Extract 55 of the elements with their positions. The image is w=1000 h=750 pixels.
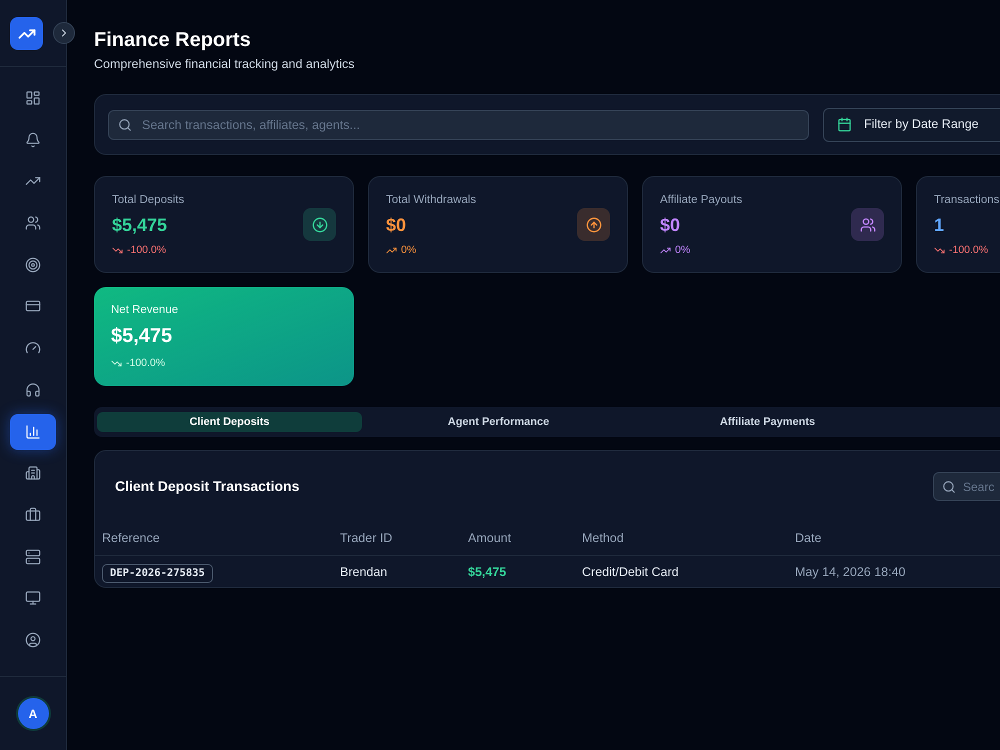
net-revenue-change: -100.0% <box>126 356 166 370</box>
tab[interactable]: Agent Performance <box>366 412 631 432</box>
stat-value: $0 <box>386 214 408 237</box>
credit-card-icon <box>25 298 41 314</box>
user-circle-icon <box>25 632 41 648</box>
calendar-icon <box>837 117 852 132</box>
monitor-icon <box>25 590 41 606</box>
stat-label: Total Deposits <box>112 193 184 208</box>
tab[interactable]: Client Deposits <box>97 412 362 432</box>
column-header: Trader ID <box>340 530 394 547</box>
column-header: Method <box>582 530 625 547</box>
column-header: Reference <box>102 530 161 547</box>
logo-icon[interactable] <box>10 17 43 50</box>
table-cell: $5,475 <box>468 564 506 578</box>
users-icon <box>25 215 41 232</box>
avatar[interactable]: A <box>18 698 48 729</box>
users-icon <box>851 208 884 241</box>
net-revenue-value: $5,475 <box>111 324 174 349</box>
collapse-button[interactable] <box>53 22 75 44</box>
net-revenue-label: Net Revenue <box>111 303 180 318</box>
stat-label: Total Withdrawals <box>386 193 476 208</box>
stat-label: Transactions <box>934 193 1000 208</box>
column-header: Amount <box>468 530 512 547</box>
table-cell: May 14, 2026 18:40 <box>795 564 906 578</box>
table-search-field[interactable]: Searc <box>933 472 1000 501</box>
building-icon <box>25 465 41 482</box>
bar-chart-icon <box>25 424 41 440</box>
sidebar-nav-button[interactable] <box>10 414 56 450</box>
page-subtitle: Comprehensive financial tracking and analytics <box>94 56 356 73</box>
table-cell: Credit/Debit Card <box>582 564 679 578</box>
stat-change: 0% <box>675 243 690 257</box>
server-icon <box>25 548 41 565</box>
date-filter-button[interactable]: Filter by Date Range <box>823 108 1000 142</box>
section-title: Client Deposit Transactions <box>115 477 300 496</box>
page-title: Finance Reports <box>94 28 252 53</box>
gauge-icon <box>25 340 41 356</box>
briefcase-icon <box>25 506 41 523</box>
reference-badge: DEP-2026-275835 <box>102 564 213 582</box>
stat-change: 0% <box>401 243 416 257</box>
headphones-icon <box>25 382 41 398</box>
stat-change: -100.0% <box>127 243 166 257</box>
target-icon <box>25 256 41 273</box>
stat-value: 1 <box>934 214 946 237</box>
search-field[interactable]: Search transactions, affiliates, agents... <box>108 110 809 140</box>
column-header: Date <box>795 530 822 547</box>
stat-label: Affiliate Payouts <box>660 193 742 208</box>
stat-value: $5,475 <box>112 214 168 237</box>
dashboard-icon <box>25 90 41 106</box>
bell-icon <box>25 132 41 148</box>
stat-value: $0 <box>660 214 682 237</box>
table-cell: Brendan <box>340 564 388 578</box>
stat-change: -100.0% <box>949 243 988 257</box>
tab[interactable]: Affiliate Payments <box>635 412 900 432</box>
search-icon <box>942 480 956 494</box>
search-icon <box>118 118 132 132</box>
